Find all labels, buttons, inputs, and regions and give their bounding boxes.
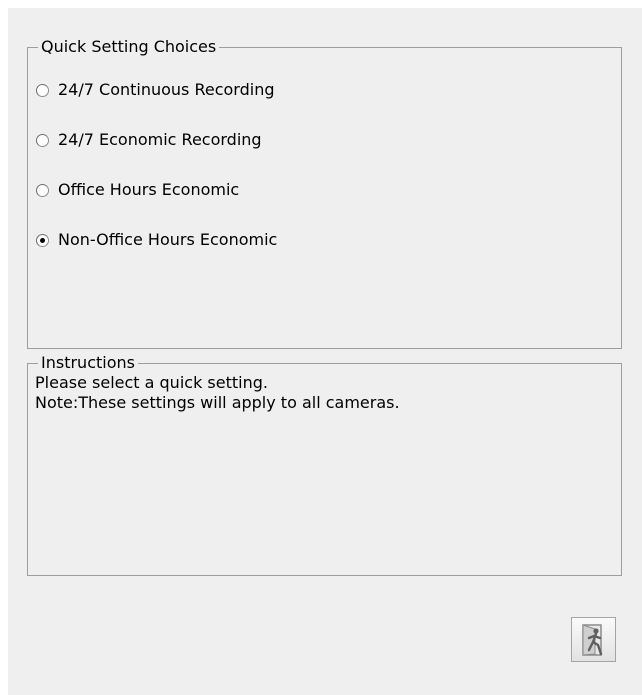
option-economic-recording[interactable]: 24/7 Economic Recording — [36, 129, 262, 151]
instructions-text: Please select a quick setting. Note:Thes… — [35, 373, 400, 413]
option-continuous-recording[interactable]: 24/7 Continuous Recording — [36, 79, 275, 101]
option-label: 24/7 Economic Recording — [58, 130, 262, 149]
radio-button-selected[interactable] — [36, 233, 49, 247]
instructions-note: Note:These settings will apply to all ca… — [35, 393, 400, 412]
radio-button[interactable] — [36, 83, 49, 97]
radio-button[interactable] — [36, 133, 49, 147]
option-label: 24/7 Continuous Recording — [58, 80, 275, 99]
quick-setting-choices-title: Quick Setting Choices — [38, 38, 220, 56]
option-non-office-hours-economic[interactable]: Non-Office Hours Economic — [36, 229, 277, 251]
exit-door-icon — [581, 623, 602, 656]
option-label: Non-Office Hours Economic — [58, 230, 278, 249]
option-label: Office Hours Economic — [58, 180, 240, 199]
option-office-hours-economic[interactable]: Office Hours Economic — [36, 179, 239, 201]
instructions-group: Instructions Please select a quick setti… — [27, 354, 622, 576]
quick-setting-panel: Quick Setting Choices 24/7 Continuous Re… — [8, 8, 642, 695]
instructions-line: Please select a quick setting. — [35, 373, 268, 392]
quick-setting-choices-group: Quick Setting Choices 24/7 Continuous Re… — [27, 38, 622, 349]
instructions-title: Instructions — [38, 354, 138, 372]
exit-button[interactable] — [571, 617, 616, 662]
radio-button[interactable] — [36, 183, 49, 197]
